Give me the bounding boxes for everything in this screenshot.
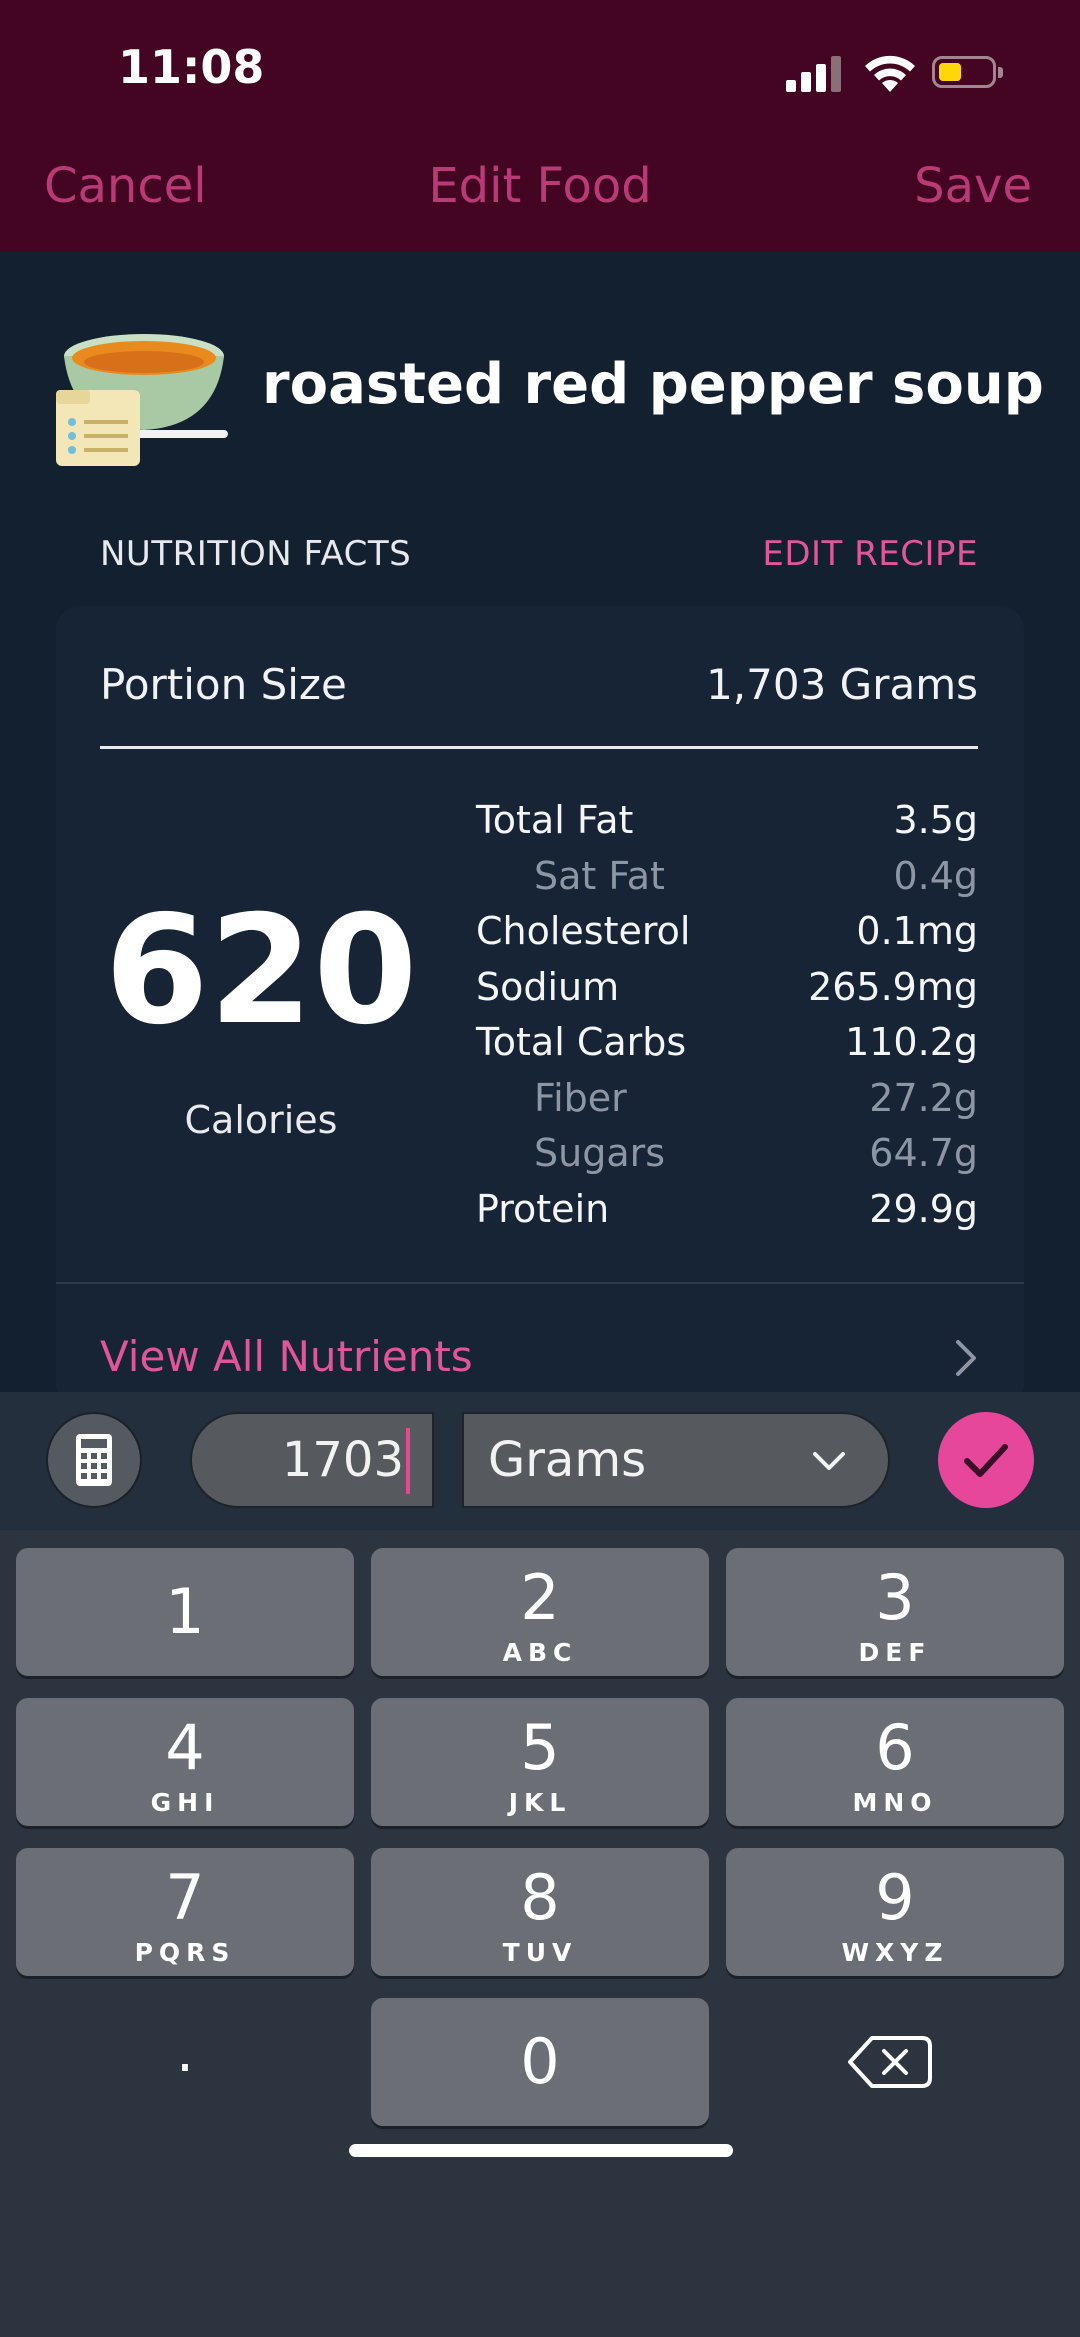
nutrient-row-total-fat: Total Fat 3.5g bbox=[476, 798, 978, 854]
key-letters: WXYZ bbox=[841, 1938, 949, 1967]
unit-dropdown[interactable]: Grams bbox=[462, 1412, 890, 1508]
backspace-icon bbox=[848, 2036, 932, 2088]
nutrient-value: 0.4g bbox=[893, 853, 978, 898]
key-digit: 5 bbox=[520, 1711, 560, 1784]
divider bbox=[100, 746, 978, 749]
nutrient-row-sodium: Sodium 265.9mg bbox=[476, 965, 978, 1021]
nutrient-label: Fiber bbox=[534, 1075, 627, 1120]
key-digit: 6 bbox=[875, 1711, 915, 1784]
nutrient-label: Sodium bbox=[476, 964, 620, 1009]
key-letters: JKL bbox=[508, 1788, 572, 1817]
key-4[interactable]: 4 GHI bbox=[16, 1698, 354, 1826]
save-button[interactable]: Save bbox=[914, 158, 1032, 214]
nutrient-label: Total Fat bbox=[476, 798, 634, 842]
cellular-signal-icon bbox=[786, 54, 842, 92]
key-digit: 1 bbox=[165, 1575, 205, 1648]
chevron-down-icon bbox=[813, 1452, 845, 1470]
soup-bowl-icon bbox=[56, 334, 228, 466]
nutrient-label: Sat Fat bbox=[534, 853, 665, 898]
key-letters: PQRS bbox=[134, 1938, 236, 1967]
nutrient-value: 265.9mg bbox=[808, 964, 978, 1009]
quantity-input[interactable]: 1703 bbox=[190, 1412, 434, 1508]
key-letters: DEF bbox=[858, 1638, 932, 1667]
nutrient-row-cholesterol: Cholesterol 0.1mg bbox=[476, 909, 978, 965]
edit-recipe-link[interactable]: EDIT RECIPE bbox=[762, 534, 978, 574]
checkmark-icon bbox=[964, 1444, 1008, 1477]
key-letters: MNO bbox=[852, 1788, 938, 1817]
key-letters: ABC bbox=[502, 1638, 578, 1667]
key-delete[interactable] bbox=[726, 1998, 1064, 2126]
view-all-nutrients-link[interactable]: View All Nutrients bbox=[100, 1332, 473, 1381]
nutrient-value: 29.9g bbox=[869, 1186, 978, 1231]
nutrient-label: Total Carbs bbox=[476, 1020, 687, 1064]
nutrient-row-sat-fat: Sat Fat 0.4g bbox=[476, 854, 978, 910]
nutrient-value: 27.2g bbox=[869, 1075, 978, 1120]
chevron-right-icon[interactable] bbox=[948, 1336, 984, 1380]
key-decimal[interactable]: . bbox=[16, 1998, 354, 2126]
battery-icon bbox=[932, 56, 1003, 88]
nutrition-facts-heading: NUTRITION FACTS bbox=[100, 534, 412, 574]
calories-label: Calories bbox=[184, 1098, 338, 1142]
nutrient-row-total-carbs: Total Carbs 110.2g bbox=[476, 1020, 978, 1076]
key-digit: 0 bbox=[520, 2025, 560, 2098]
key-8[interactable]: 8 TUV bbox=[371, 1848, 709, 1976]
key-digit: 4 bbox=[165, 1711, 205, 1784]
nutrient-label: Protein bbox=[476, 1186, 610, 1231]
key-5[interactable]: 5 JKL bbox=[371, 1698, 709, 1826]
quantity-value: 1703 bbox=[281, 1432, 404, 1488]
nutrient-label: Sugars bbox=[534, 1131, 666, 1175]
key-letters: GHI bbox=[150, 1788, 220, 1817]
calories-value: 620 bbox=[104, 884, 418, 1058]
key-1[interactable]: 1 bbox=[16, 1548, 354, 1676]
key-7[interactable]: 7 PQRS bbox=[16, 1848, 354, 1976]
key-letters: TUV bbox=[502, 1938, 578, 1967]
unit-selected-value: Grams bbox=[488, 1432, 647, 1488]
nutrient-row-protein: Protein 29.9g bbox=[476, 1187, 978, 1243]
wifi-icon bbox=[865, 55, 915, 92]
food-name: roasted red pepper soup bbox=[262, 352, 1044, 417]
divider bbox=[56, 1282, 1024, 1284]
nutrient-value: 110.2g bbox=[845, 1020, 978, 1064]
nutrient-value: 3.5g bbox=[893, 798, 978, 842]
key-digit: 7 bbox=[165, 1861, 205, 1934]
status-icons bbox=[786, 48, 1016, 98]
key-digit: 2 bbox=[520, 1561, 560, 1634]
portion-size-label: Portion Size bbox=[100, 660, 347, 709]
quantity-input-bar: 1703 Grams bbox=[0, 1392, 1080, 1530]
numeric-keypad: 1 2 ABC 3 DEF 4 GHI 5 JKL 6 MNO 7 PQRS 8… bbox=[0, 1530, 1080, 2337]
key-2[interactable]: 2 ABC bbox=[371, 1548, 709, 1676]
cancel-button[interactable]: Cancel bbox=[44, 158, 207, 214]
text-cursor bbox=[406, 1428, 410, 1494]
confirm-button[interactable] bbox=[938, 1412, 1034, 1508]
home-indicator bbox=[349, 2144, 733, 2157]
nutrient-list: Total Fat 3.5g Sat Fat 0.4g Cholesterol … bbox=[476, 798, 978, 1242]
calculator-button[interactable] bbox=[46, 1412, 142, 1508]
calculator-icon bbox=[76, 1434, 112, 1486]
key-digit: 8 bbox=[520, 1861, 560, 1934]
nutrient-row-fiber: Fiber 27.2g bbox=[476, 1076, 978, 1132]
portion-size-value: 1,703 Grams bbox=[706, 660, 978, 709]
key-9[interactable]: 9 WXYZ bbox=[726, 1848, 1064, 1976]
nutrient-row-sugars: Sugars 64.7g bbox=[476, 1131, 978, 1187]
key-digit: 9 bbox=[875, 1861, 915, 1934]
key-6[interactable]: 6 MNO bbox=[726, 1698, 1064, 1826]
nutrient-value: 0.1mg bbox=[856, 909, 978, 953]
key-3[interactable]: 3 DEF bbox=[726, 1548, 1064, 1676]
nutrient-value: 64.7g bbox=[869, 1131, 978, 1175]
nutrition-card: Portion Size 1,703 Grams 620 Calories To… bbox=[56, 606, 1024, 1406]
status-time: 11:08 bbox=[118, 40, 265, 94]
header: 11:08 Edit Food Cancel Save bbox=[0, 0, 1080, 252]
key-digit: 3 bbox=[875, 1561, 915, 1634]
nutrient-label: Cholesterol bbox=[476, 909, 691, 953]
key-0[interactable]: 0 bbox=[371, 1998, 709, 2126]
